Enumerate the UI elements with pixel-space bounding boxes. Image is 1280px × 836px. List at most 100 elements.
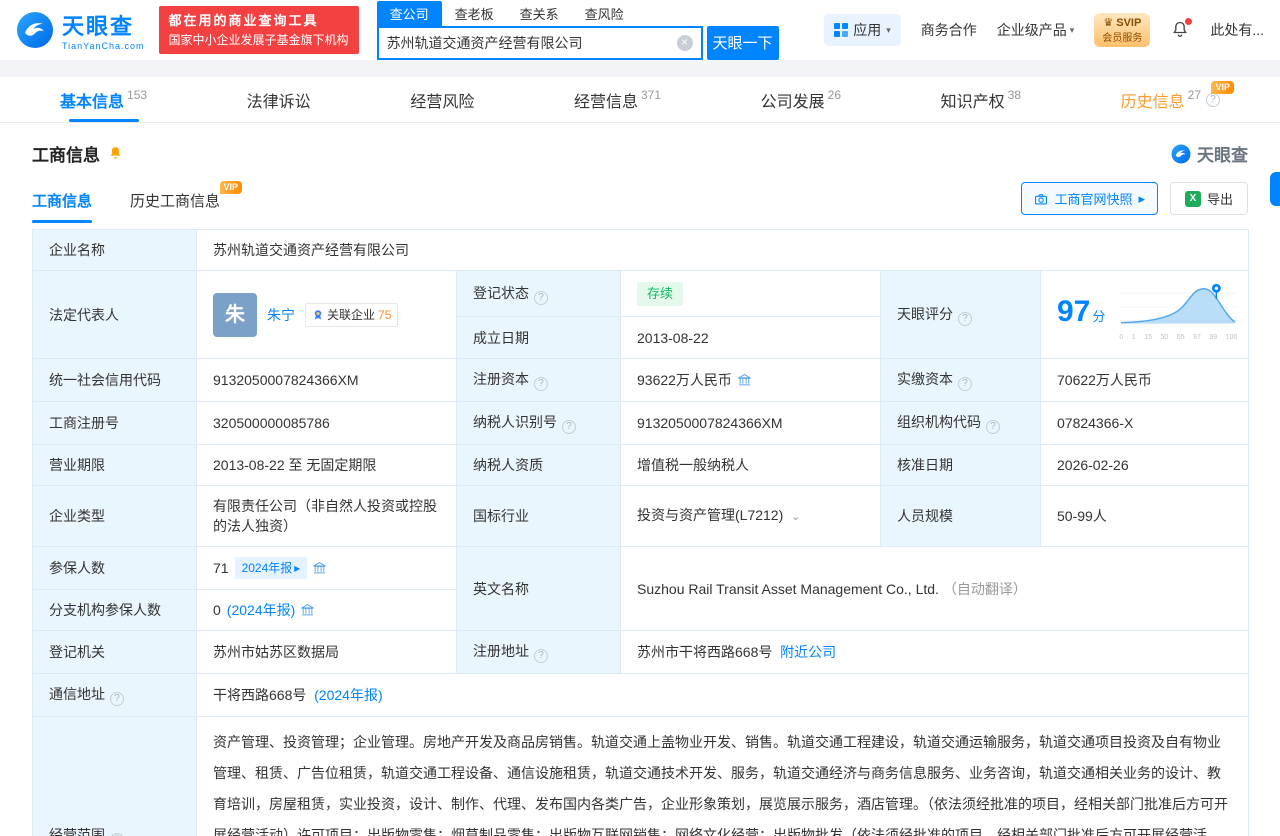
excel-icon: X <box>1185 191 1201 207</box>
nav-tab-label: 经营信息 <box>574 88 638 112</box>
export-button[interactable]: X 导出 <box>1170 182 1248 215</box>
archive-history-icon[interactable] <box>313 562 326 574</box>
nearby-companies-link[interactable]: 附近公司 <box>780 644 836 660</box>
auto-translate-note: （自动翻译） <box>943 581 1027 597</box>
help-icon[interactable]: ? <box>958 312 972 326</box>
legal-rep-avatar[interactable]: 朱 <box>213 293 257 337</box>
business-info-table: 企业名称 苏州轨道交通资产经营有限公司 法定代表人 朱 朱宁 关联企业 <box>32 229 1249 836</box>
tianyancha-logo[interactable]: 天眼查 TianYanCha.com <box>16 9 145 51</box>
field-label: 通信地址? <box>33 674 197 717</box>
help-icon[interactable]: ? <box>958 377 972 391</box>
floating-side-tab[interactable] <box>1270 172 1280 206</box>
nav-tab-business-info[interactable]: 经营信息371 <box>574 77 661 122</box>
svip-member-badge[interactable]: ♛ SVIP 会员服务 <box>1094 13 1150 47</box>
chevron-right-icon: ▸ <box>1138 191 1145 207</box>
field-label: 实缴资本? <box>881 359 1041 402</box>
nav-tab-history-info[interactable]: 历史信息27?VIP <box>1121 77 1220 122</box>
annual-report-link[interactable]: (2024年报) <box>227 600 295 620</box>
vip-badge: VIP <box>220 181 243 194</box>
help-icon[interactable]: ? <box>986 420 1000 434</box>
company-name-value: 苏州轨道交通资产经营有限公司 <box>197 230 1249 271</box>
field-label: 营业期限 <box>33 445 197 486</box>
nav-tab-company-development[interactable]: 公司发展26 <box>761 77 841 122</box>
search-box: × <box>377 26 703 60</box>
related-companies-tag[interactable]: 关联企业 75 <box>305 303 398 327</box>
annual-report-link[interactable]: (2024年报) <box>314 687 382 703</box>
logo-title: 天眼查 <box>62 9 145 41</box>
search-tab-relation[interactable]: 查关系 <box>507 1 572 26</box>
help-icon[interactable]: ? <box>534 377 548 391</box>
apps-label: 应用 <box>853 20 881 40</box>
promo-line-1: 都在用的商业查询工具 <box>169 11 349 31</box>
field-label: 人员规模 <box>881 486 1041 547</box>
vip-badge: VIP <box>1211 81 1234 94</box>
search-tab-risk[interactable]: 查风险 <box>572 1 637 26</box>
official-snapshot-button[interactable]: 工商官网快照 ▸ <box>1021 182 1158 215</box>
tianyan-score[interactable]: 97分 011550659799100 <box>1057 281 1232 348</box>
tab-business-info[interactable]: 工商信息 <box>32 190 92 223</box>
score-axis-tick: 99 <box>1209 328 1217 348</box>
header-menu: 应用 ▾ 商务合作 企业级产品 ▾ ♛ SVIP 会员服务 此处有... <box>824 13 1264 47</box>
nav-tab-label: 基本信息 <box>60 88 124 112</box>
search-tab-boss[interactable]: 查老板 <box>442 1 507 26</box>
help-icon[interactable]: ? <box>110 833 124 836</box>
nav-tab-legal-proceedings[interactable]: 法律诉讼 <box>247 77 311 122</box>
table-row: 经营范围? 资产管理、投资管理；企业管理。房地产开发及商品房销售。轨道交通上盖物… <box>33 717 1249 836</box>
nav-tab-label: 经营风险 <box>410 88 474 112</box>
top-header: 天眼查 TianYanCha.com 都在用的商业查询工具 国家中小企业发展子基… <box>0 0 1280 60</box>
apps-grid-icon <box>834 23 848 37</box>
field-label: 企业类型 <box>33 486 197 547</box>
field-label: 法定代表人 <box>33 271 197 359</box>
crown-icon: ♛ <box>1103 17 1113 29</box>
score-axis-tick: 0 <box>1119 328 1123 348</box>
field-label: 纳税人识别号? <box>457 402 621 445</box>
help-icon[interactable]: ? <box>110 692 124 706</box>
archive-history-icon[interactable] <box>301 604 314 616</box>
notification-bell-icon[interactable] <box>1170 20 1190 40</box>
field-label: 登记机关 <box>33 631 197 674</box>
help-icon[interactable]: ? <box>1206 93 1220 107</box>
score-axis-labels: 011550659799100 <box>1119 328 1237 348</box>
field-label: 组织机构代码? <box>881 402 1041 445</box>
help-icon[interactable]: ? <box>534 649 548 663</box>
nav-tab-intellectual-property[interactable]: 知识产权38 <box>941 77 1021 122</box>
legal-rep-name-link[interactable]: 朱宁 <box>267 305 295 325</box>
field-label: 分支机构参保人数 <box>33 590 197 631</box>
score-axis-tick: 50 <box>1161 328 1169 348</box>
nav-tab-label: 公司发展 <box>761 88 825 112</box>
search-tab-company[interactable]: 查公司 <box>377 1 442 26</box>
notification-dot <box>1185 18 1192 25</box>
table-row: 通信地址? 干将西路668号 (2024年报) <box>33 674 1249 717</box>
help-icon[interactable]: ? <box>534 291 548 305</box>
field-label: 纳税人资质 <box>457 445 621 486</box>
subscribe-bell-icon[interactable] <box>107 145 124 162</box>
table-row: 登记机关 苏州市姑苏区数据局 注册地址? 苏州市干将西路668号 附近公司 <box>33 631 1249 674</box>
watermark-eye-icon <box>1171 144 1191 164</box>
field-label: 国标行业 <box>457 486 621 547</box>
field-label: 统一社会信用代码 <box>33 359 197 402</box>
user-menu[interactable]: 此处有... <box>1210 20 1264 40</box>
apps-button[interactable]: 应用 ▾ <box>824 14 901 46</box>
help-icon[interactable]: ? <box>562 420 576 434</box>
search-button[interactable]: 天眼一下 <box>707 26 779 60</box>
field-label: 经营范围? <box>33 717 197 836</box>
chevron-down-icon[interactable]: ⌄ <box>791 511 800 523</box>
logo-eye-icon <box>16 11 54 49</box>
archive-history-icon[interactable] <box>738 374 751 386</box>
table-row: 参保人数 71 2024年报▸ 英文名称 Suzhou Rail Transit… <box>33 547 1249 590</box>
field-label: 企业名称 <box>33 230 197 271</box>
tab-history-business-info[interactable]: 历史工商信息 VIP <box>130 190 220 223</box>
annual-report-badge[interactable]: 2024年报▸ <box>235 557 308 579</box>
score-axis-tick: 100 <box>1226 328 1238 348</box>
menu-enterprise-products[interactable]: 企业级产品 ▾ <box>997 20 1075 40</box>
score-axis-tick: 65 <box>1177 328 1185 348</box>
clear-search-icon[interactable]: × <box>677 35 693 51</box>
nav-tab-business-risk[interactable]: 经营风险 <box>410 77 474 122</box>
nav-tab-basic-info[interactable]: 基本信息153 <box>60 77 147 122</box>
search-input[interactable] <box>379 35 677 51</box>
table-row: 营业期限 2013-08-22 至 无固定期限 纳税人资质 增值税一般纳税人 核… <box>33 445 1249 486</box>
nav-tab-count: 153 <box>127 88 147 102</box>
menu-business-cooperation[interactable]: 商务合作 <box>921 20 977 40</box>
field-label: 注册资本? <box>457 359 621 402</box>
business-scope-value: 资产管理、投资管理；企业管理。房地产开发及商品房销售。轨道交通上盖物业开发、销售… <box>197 717 1249 836</box>
